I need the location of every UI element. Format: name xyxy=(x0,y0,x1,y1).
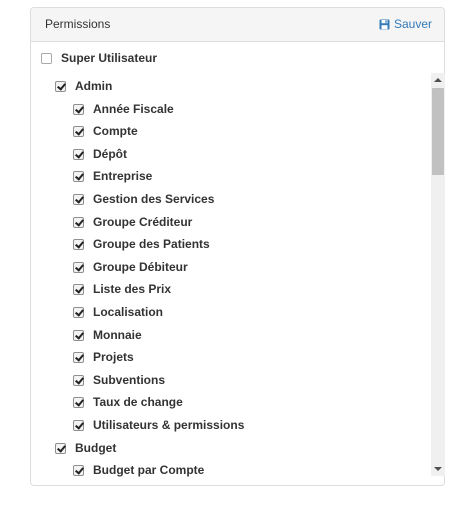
panel-heading: Permissions Sauver xyxy=(31,8,444,42)
checkbox[interactable] xyxy=(73,329,84,341)
checkbox[interactable] xyxy=(73,238,84,250)
tree-item-admin[interactable]: Admin xyxy=(55,75,112,97)
tree-item-utilisateurs-permissions[interactable]: Utilisateurs & permissions xyxy=(73,414,244,436)
tree-item-label: Gestion des Services xyxy=(93,192,215,206)
tree-item-compte[interactable]: Compte xyxy=(73,120,138,142)
tree-item-label: Groupe Créditeur xyxy=(93,215,193,229)
checkbox[interactable] xyxy=(73,464,84,476)
tree-item-label: Groupe des Patients xyxy=(93,237,210,251)
tree-item-label: Projets xyxy=(93,350,134,364)
tree-item-label: Taux de change xyxy=(93,395,183,409)
checkbox[interactable] xyxy=(73,125,84,137)
tree-item-taux-de-change[interactable]: Taux de change xyxy=(73,391,183,413)
tree-item-localisation[interactable]: Localisation xyxy=(73,301,163,323)
checkbox[interactable] xyxy=(73,193,84,205)
tree-item-monnaie[interactable]: Monnaie xyxy=(73,324,142,346)
tree-item-label: Monnaie xyxy=(93,328,142,342)
tree-item-budget[interactable]: Budget xyxy=(55,437,116,459)
tree-item-label: Groupe Débiteur xyxy=(93,260,188,274)
checkbox[interactable] xyxy=(73,103,84,115)
tree-item-gestion-des-services[interactable]: Gestion des Services xyxy=(73,188,214,210)
scroll-thumb[interactable] xyxy=(432,88,444,175)
permissions-panel: Permissions Sauver Super Utilisateur Adm… xyxy=(30,7,445,486)
tree-item-label: Admin xyxy=(75,79,113,93)
checkbox[interactable] xyxy=(73,216,84,228)
checkbox[interactable] xyxy=(73,351,84,363)
checkbox[interactable] xyxy=(73,261,84,273)
save-button-label: Sauver xyxy=(393,17,432,31)
tree-item-depot[interactable]: Dépôt xyxy=(73,143,127,165)
tree-item-label: Liste des Prix xyxy=(93,282,172,296)
tree-item-label: Budget xyxy=(75,441,117,455)
scroll-up-icon[interactable] xyxy=(434,78,442,82)
checkbox[interactable] xyxy=(41,52,52,64)
tree-item-entreprise[interactable]: Entreprise xyxy=(73,165,152,187)
tree-item-annee-fiscale[interactable]: Année Fiscale xyxy=(73,98,174,120)
tree-item-label: Utilisateurs & permissions xyxy=(93,418,245,432)
checkbox[interactable] xyxy=(55,80,66,92)
floppy-disk-icon xyxy=(379,19,390,29)
tree-item-projets[interactable]: Projets xyxy=(73,346,134,368)
scrollbar[interactable] xyxy=(431,73,445,476)
permissions-tree-list[interactable]: Admin Année Fiscale Compte Dépôt Entreprise G… xyxy=(31,75,445,484)
checkbox[interactable] xyxy=(73,148,84,160)
tree-item-label: Entreprise xyxy=(93,169,153,183)
checkbox[interactable] xyxy=(73,283,84,295)
panel-title: Permissions xyxy=(45,17,111,31)
tree-item-subventions[interactable]: Subventions xyxy=(73,369,165,391)
checkbox[interactable] xyxy=(73,306,84,318)
tree-item-label: Année Fiscale xyxy=(93,102,174,116)
tree-item-budget-par-compte[interactable]: Budget par Compte xyxy=(73,459,204,481)
checkbox[interactable] xyxy=(55,442,66,454)
tree-item-groupe-crediteur[interactable]: Groupe Créditeur xyxy=(73,211,192,233)
scroll-down-icon[interactable] xyxy=(434,467,442,471)
tree-item-label: Dépôt xyxy=(93,147,127,161)
tree-item-groupe-debiteur[interactable]: Groupe Débiteur xyxy=(73,256,188,278)
tree-item-label: Localisation xyxy=(93,305,164,319)
checkbox[interactable] xyxy=(73,419,84,431)
checkbox[interactable] xyxy=(73,396,84,408)
tree-item-liste-des-prix[interactable]: Liste des Prix xyxy=(73,278,171,300)
tree-item-label: Budget par Compte xyxy=(93,463,205,477)
tree-item-super-utilisateur[interactable]: Super Utilisateur xyxy=(41,47,157,69)
tree-root: Super Utilisateur xyxy=(31,47,431,69)
checkbox[interactable] xyxy=(73,374,84,386)
tree-item-label: Compte xyxy=(93,124,138,138)
tree-item-label: Subventions xyxy=(93,373,166,387)
tree-item-groupe-des-patients[interactable]: Groupe des Patients xyxy=(73,233,210,255)
tree-item-label: Super Utilisateur xyxy=(61,51,158,65)
checkbox[interactable] xyxy=(73,170,84,182)
save-button[interactable]: Sauver xyxy=(379,16,432,32)
